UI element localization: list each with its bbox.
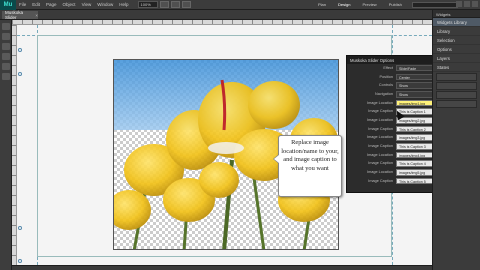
search-input[interactable] — [412, 2, 458, 8]
right-panel: Widgets Widgets Library Library Selection O… — [432, 10, 480, 270]
tools-panel — [0, 20, 12, 270]
option-label: Image Location — [367, 170, 393, 175]
app-logo: Mu — [0, 0, 16, 10]
workspace-publish[interactable]: Publish — [383, 1, 408, 8]
option-label: Position — [379, 74, 393, 79]
panel-control[interactable] — [436, 73, 477, 81]
document-tab-label: Muskoka Slider — [5, 10, 24, 20]
document-tab-bar: Muskoka Slider × — [0, 10, 432, 20]
caption-callout: Replace image location/name to your, and… — [273, 135, 342, 197]
panel-item[interactable]: Layers — [433, 54, 480, 63]
crop-tool-icon[interactable] — [2, 33, 10, 40]
window-controls — [456, 1, 478, 7]
panel-item[interactable]: Widgets Library — [433, 18, 480, 27]
option-label: Image Location — [367, 152, 393, 157]
workspace-design[interactable]: Design — [332, 1, 356, 8]
panel-list: Widgets Library Library Selection Options La… — [433, 18, 480, 72]
selection-tool-icon[interactable] — [2, 23, 10, 30]
layout-icon[interactable] — [170, 1, 180, 8]
resize-handle[interactable] — [18, 48, 22, 52]
menu-object[interactable]: Object — [60, 2, 79, 7]
minimize-button[interactable] — [456, 1, 462, 7]
option-label: Image Caption — [368, 109, 393, 114]
panel-control[interactable] — [436, 100, 477, 108]
muse-app-window: Mu File Edit Page Object View Window Hel… — [0, 0, 480, 270]
option-label: Image Caption — [368, 144, 393, 149]
resize-handle[interactable] — [18, 72, 22, 76]
menu-file[interactable]: File — [16, 2, 29, 7]
rectangle-tool-icon[interactable] — [2, 53, 10, 60]
close-button[interactable] — [472, 1, 478, 7]
option-label: Navigation — [375, 91, 393, 96]
close-tab-icon[interactable]: × — [35, 13, 38, 18]
menu-view[interactable]: View — [79, 2, 95, 7]
option-label: Image Location — [367, 118, 393, 123]
guides-icon[interactable] — [181, 1, 191, 8]
panel-item[interactable]: Library — [433, 27, 480, 36]
workspace-switcher: Plan Design Preview Publish — [312, 1, 408, 8]
view-mode-icon[interactable] — [159, 1, 169, 8]
option-label: Image Location — [367, 135, 393, 140]
panel-control[interactable] — [436, 91, 477, 99]
maximize-button[interactable] — [464, 1, 470, 7]
menu-page[interactable]: Page — [43, 2, 60, 7]
panel-header: Widgets — [433, 10, 480, 18]
menu-window[interactable]: Window — [94, 2, 116, 7]
resize-handle[interactable] — [18, 259, 22, 263]
document-tab[interactable]: Muskoka Slider × — [2, 10, 38, 20]
caption-text: Replace image location/name to your, and… — [281, 139, 339, 172]
zoom-select[interactable]: 100% — [137, 1, 158, 8]
workspace-preview[interactable]: Preview — [356, 1, 382, 8]
resize-handle[interactable] — [18, 226, 22, 230]
text-tool-icon[interactable] — [2, 43, 10, 50]
panel-item[interactable]: Selection — [433, 36, 480, 45]
option-label: Image Caption — [368, 161, 393, 166]
workspace-plan[interactable]: Plan — [312, 1, 332, 8]
menu-help[interactable]: Help — [116, 2, 131, 7]
panel-item[interactable]: States — [433, 63, 480, 72]
status-bar — [12, 265, 432, 270]
panel-control[interactable] — [436, 82, 477, 90]
option-label: Image Caption — [368, 178, 393, 183]
menu-edit[interactable]: Edit — [29, 2, 43, 7]
panel-item[interactable]: Options — [433, 45, 480, 54]
option-label: Effect — [383, 65, 393, 70]
option-label: Image Caption — [368, 126, 393, 131]
menu-bar: Mu File Edit Page Object View Window Hel… — [0, 0, 480, 10]
zoom-tool-icon[interactable] — [2, 63, 10, 70]
hand-tool-icon[interactable] — [2, 73, 10, 80]
option-label: Image Location — [367, 100, 393, 105]
option-label: Controls — [378, 83, 393, 88]
